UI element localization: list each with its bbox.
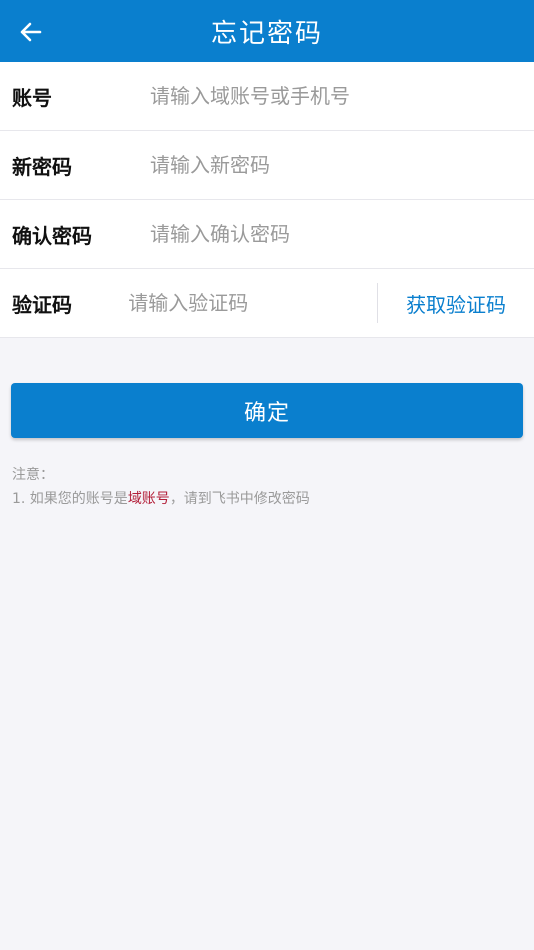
- verification-label: 验证码: [12, 292, 72, 317]
- arrow-left-icon: [20, 22, 42, 42]
- back-button[interactable]: [10, 11, 52, 53]
- verification-row: 验证码 获取验证码: [0, 269, 534, 338]
- notes-section: 注意： 1. 如果您的账号是域账号，请到飞书中修改密码: [12, 463, 310, 511]
- notes-line-1-highlight: 域账号: [127, 491, 170, 507]
- reset-form: 账号 新密码 确认密码 验证码 获取验证码: [0, 62, 534, 338]
- verification-input[interactable]: [128, 269, 378, 337]
- confirm-password-input[interactable]: [150, 200, 534, 268]
- confirm-password-label: 确认密码: [12, 223, 92, 248]
- notes-line-1-prefix: 1. 如果您的账号是: [12, 491, 128, 507]
- confirm-password-row: 确认密码: [0, 200, 534, 269]
- page-title: 忘记密码: [210, 18, 323, 49]
- notes-line-1: 1. 如果您的账号是域账号，请到飞书中修改密码: [12, 487, 310, 511]
- account-input[interactable]: [150, 62, 534, 130]
- account-row: 账号: [0, 62, 534, 131]
- notes-line-1-suffix: ，请到飞书中修改密码: [169, 491, 310, 507]
- forgot-password-screen: 忘记密码 账号 新密码 确认密码 验证码 获取验证码 确定 注意： 1. 如果您…: [0, 0, 534, 950]
- get-code-button[interactable]: 获取验证码: [378, 289, 534, 318]
- confirm-button[interactable]: 确定: [11, 383, 523, 438]
- notes-heading: 注意：: [12, 467, 54, 483]
- new-password-label: 新密码: [12, 154, 72, 179]
- new-password-input[interactable]: [150, 131, 534, 199]
- account-label: 账号: [12, 85, 52, 110]
- new-password-row: 新密码: [0, 131, 534, 200]
- app-header: 忘记密码: [0, 0, 534, 62]
